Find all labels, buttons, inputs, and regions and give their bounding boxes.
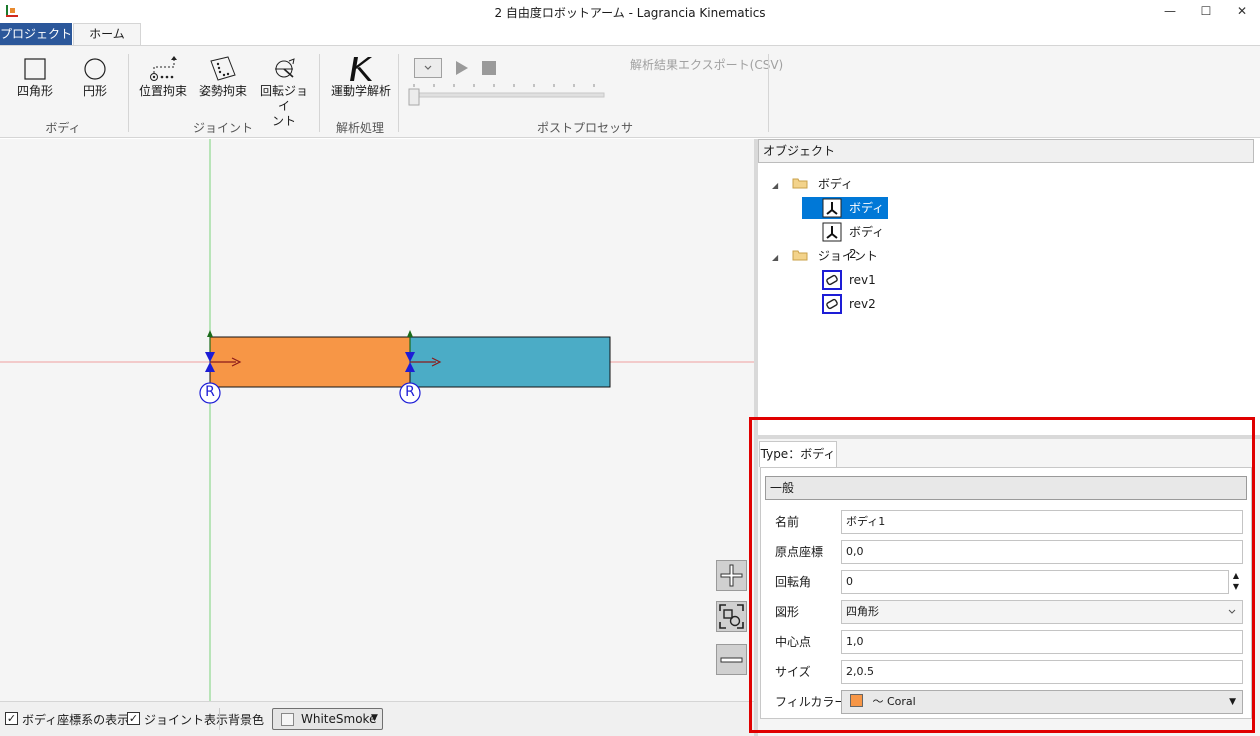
folder-icon — [792, 178, 808, 189]
kinematics-analysis-label: 運動学解析 — [330, 84, 391, 98]
minimize-button[interactable]: — — [1152, 0, 1188, 23]
revolute-joint-icon — [275, 58, 295, 78]
joint-link-icon — [822, 294, 842, 314]
revolute-joint-button[interactable]: 回転ジョイ ント — [256, 54, 312, 129]
canvas-options-bar: ✓ ボディ座標系の表示 ✓ ジョイント表示 背景色 WhiteSmoke ▼ — [0, 701, 754, 736]
circle-label: 円形 — [82, 84, 107, 98]
tree-folder-body[interactable]: ◢ ボディ — [772, 173, 853, 195]
step-selector[interactable] — [414, 58, 442, 78]
show-joints-checkbox[interactable]: ✓ — [127, 712, 140, 725]
tree-item-body2[interactable]: ボディ2 — [802, 221, 888, 261]
zoom-out-button[interactable] — [716, 644, 747, 675]
group-label-joint: ジョイント — [192, 121, 253, 135]
joint-link-icon — [822, 270, 842, 290]
expand-arrow-icon[interactable]: ◢ — [772, 253, 778, 262]
stop-icon[interactable] — [482, 61, 496, 75]
chevron-down-icon — [424, 65, 432, 70]
kinematics-analysis-button[interactable]: 運動学解析 — [328, 54, 394, 99]
tree-item-rev1[interactable]: rev1 — [802, 269, 888, 291]
tree-item-rev2[interactable]: rev2 — [802, 293, 888, 315]
tree-item-body1[interactable]: ボディ1 — [802, 197, 888, 237]
canvas-drawing — [0, 139, 754, 701]
joint-rev2-label: R — [405, 384, 415, 400]
revolute-joint-label: 回転ジョイ — [259, 84, 308, 113]
show-body-coords-checkbox[interactable]: ✓ — [5, 712, 18, 725]
object-panel: オブジェクト ◢ ボディ ボディ1 ボディ2 ◢ ジョイント rev1 rev2 — [758, 139, 1260, 435]
bottom-separator — [219, 708, 220, 730]
kinematics-k-icon — [350, 57, 372, 81]
window-title: 2 自由度ロボットアーム - Lagrancia Kinematics — [494, 6, 766, 20]
circle-button[interactable]: 円形 — [76, 54, 114, 99]
plus-icon — [720, 564, 743, 587]
ribbon-separator — [398, 54, 399, 132]
tree-folder-joint[interactable]: ◢ ジョイント — [772, 245, 878, 267]
rectangle-icon — [24, 58, 46, 80]
position-constraint-icon — [150, 56, 177, 81]
tab-project[interactable]: プロジェクト — [0, 23, 72, 45]
object-panel-header: オブジェクト — [758, 139, 1254, 163]
position-constraint-button[interactable]: 位置拘束 — [136, 54, 190, 99]
color-swatch — [281, 713, 294, 726]
show-joints-label: ジョイント表示 — [144, 713, 229, 727]
background-color-label: 背景色 — [228, 713, 265, 727]
close-button[interactable]: ✕ — [1224, 0, 1260, 23]
title-bar: 2 自由度ロボットアーム - Lagrancia Kinematics — ☐ … — [0, 0, 1260, 24]
ribbon-tabs: プロジェクト ホーム — [0, 23, 1260, 45]
ribbon: 四角形 円形 ボディ 位置拘束 姿勢拘束 回転ジョイ ント ジョイント 運動学解… — [0, 45, 1260, 138]
body-frame-icon — [822, 222, 842, 242]
joint-rev1-label: R — [205, 384, 215, 400]
group-label-body: ボディ — [45, 121, 81, 135]
position-constraint-label: 位置拘束 — [138, 84, 187, 98]
ribbon-separator — [128, 54, 129, 132]
play-icon[interactable] — [455, 61, 469, 75]
export-csv-button[interactable]: 解析結果エクスポート(CSV) — [630, 56, 783, 73]
zoom-in-button[interactable] — [716, 560, 747, 591]
revolute-joint-label-2: ント — [271, 114, 296, 128]
ribbon-separator — [319, 54, 320, 132]
orientation-constraint-button[interactable]: 姿勢拘束 — [196, 54, 250, 99]
group-label-analysis: 解析処理 — [335, 121, 384, 135]
zoom-fit-button[interactable] — [716, 601, 747, 632]
orientation-constraint-icon — [210, 56, 236, 81]
ribbon-separator — [768, 54, 769, 132]
rectangle-label: 四角形 — [16, 84, 53, 98]
minus-icon — [720, 657, 743, 663]
folder-icon — [792, 250, 808, 261]
highlight-box — [749, 417, 1255, 733]
tree-item-rev2-label: rev2 — [849, 297, 876, 311]
show-body-coords-label: ボディ座標系の表示 — [22, 713, 130, 727]
tree-item-rev1-label: rev1 — [849, 273, 876, 287]
group-label-post: ポストプロセッサ — [536, 121, 633, 135]
time-slider[interactable] — [408, 82, 608, 108]
tab-home[interactable]: ホーム — [73, 23, 141, 45]
model-canvas[interactable]: R R — [0, 139, 754, 701]
maximize-button[interactable]: ☐ — [1188, 0, 1224, 23]
rectangle-button[interactable]: 四角形 — [14, 54, 56, 99]
body-frame-icon — [822, 198, 842, 218]
tree-folder-joint-label: ジョイント — [817, 249, 878, 263]
background-color-dropdown[interactable]: WhiteSmoke ▼ — [272, 708, 383, 730]
fit-view-icon — [719, 604, 744, 629]
expand-arrow-icon[interactable]: ◢ — [772, 181, 778, 190]
circle-icon — [84, 58, 106, 80]
dropdown-arrow-icon: ▼ — [371, 713, 378, 723]
orientation-constraint-label: 姿勢拘束 — [198, 84, 247, 98]
tree-folder-body-label: ボディ — [817, 177, 853, 191]
background-color-value: WhiteSmoke — [301, 712, 377, 726]
